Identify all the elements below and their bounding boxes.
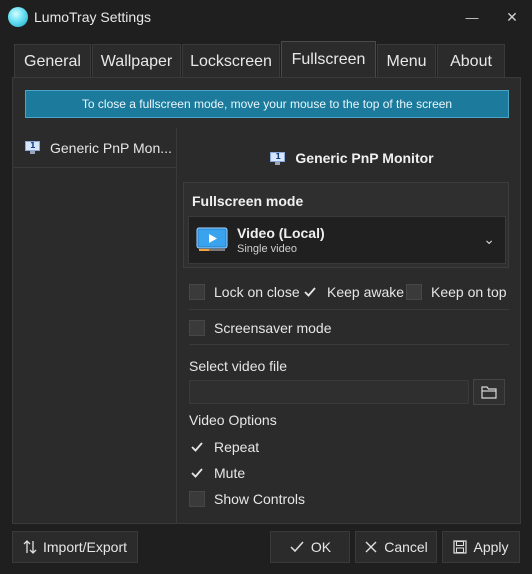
tab-about[interactable]: About: [437, 44, 505, 78]
tab-wallpaper[interactable]: Wallpaper: [92, 44, 181, 78]
keep-awake-checkbox[interactable]: Keep awake: [302, 283, 404, 301]
checkbox-box: [406, 284, 422, 300]
import-export-button[interactable]: Import/Export: [12, 531, 138, 563]
monitor-header: 1 Generic PnP Monitor: [183, 148, 521, 168]
fullscreen-mode-dropdown[interactable]: Video (Local) Single video ⌄: [188, 216, 506, 264]
tab-general[interactable]: General: [14, 44, 91, 78]
app-logo-icon: [8, 7, 28, 27]
monitor-list: 1 Generic PnP Mon...: [13, 128, 177, 524]
chevron-down-icon: ⌄: [483, 231, 495, 247]
monitor-list-item[interactable]: 1 Generic PnP Mon...: [13, 128, 177, 168]
apply-button[interactable]: Apply: [442, 531, 520, 563]
divider: [189, 344, 509, 345]
monitor-settings: 1 Generic PnP Monitor Fullscreen mode Vi…: [183, 128, 521, 524]
video-icon: [196, 227, 228, 251]
checkmark-icon: [189, 465, 205, 481]
monitor-icon: 1: [270, 151, 286, 165]
fullscreen-mode-subtitle: Single video: [237, 243, 297, 255]
folder-icon: [481, 386, 497, 399]
fullscreen-panel: To close a fullscreen mode, move your mo…: [12, 77, 521, 524]
monitor-list-item-label: Generic PnP Mon...: [50, 139, 172, 156]
minimize-button[interactable]: —: [457, 5, 487, 29]
checkmark-icon: [189, 439, 205, 455]
close-icon: ✕: [506, 8, 518, 25]
window-title: LumoTray Settings: [34, 9, 151, 25]
repeat-checkbox[interactable]: Repeat: [189, 438, 259, 456]
monitor-header-label: Generic PnP Monitor: [295, 150, 434, 166]
checkbox-box: [189, 320, 205, 336]
video-options-title: Video Options: [189, 412, 277, 428]
close-icon: [365, 541, 377, 553]
video-file-input[interactable]: [189, 380, 469, 404]
ok-button[interactable]: OK: [270, 531, 350, 563]
select-video-file-label: Select video file: [189, 358, 288, 374]
lock-on-close-checkbox[interactable]: Lock on close: [189, 283, 300, 301]
keep-on-top-checkbox[interactable]: Keep on top: [406, 283, 507, 301]
cancel-button[interactable]: Cancel: [355, 531, 437, 563]
import-export-icon: [23, 540, 37, 554]
divider: [189, 309, 509, 310]
title-bar: LumoTray Settings — ✕: [0, 0, 532, 34]
show-controls-checkbox[interactable]: Show Controls: [189, 490, 305, 508]
close-button[interactable]: ✕: [497, 5, 527, 29]
minimize-icon: —: [465, 9, 479, 25]
tab-fullscreen[interactable]: Fullscreen: [281, 41, 376, 78]
save-icon: [453, 540, 468, 554]
checkbox-box: [189, 491, 205, 507]
checkmark-icon: [290, 541, 304, 553]
mute-checkbox[interactable]: Mute: [189, 464, 245, 482]
fullscreen-mode-title: Fullscreen mode: [192, 193, 304, 209]
tab-lockscreen[interactable]: Lockscreen: [182, 44, 280, 78]
monitor-icon: 1: [25, 141, 40, 154]
checkbox-box: [189, 284, 205, 300]
screensaver-mode-checkbox[interactable]: Screensaver mode: [189, 319, 332, 337]
fullscreen-mode-name: Video (Local): [237, 225, 325, 241]
browse-folder-button[interactable]: [473, 379, 505, 405]
info-banner: To close a fullscreen mode, move your mo…: [25, 90, 509, 118]
tab-menu[interactable]: Menu: [377, 44, 436, 78]
checkmark-icon: [302, 284, 318, 300]
fullscreen-mode-card: Fullscreen mode Video (Local) Single vid…: [183, 182, 509, 268]
